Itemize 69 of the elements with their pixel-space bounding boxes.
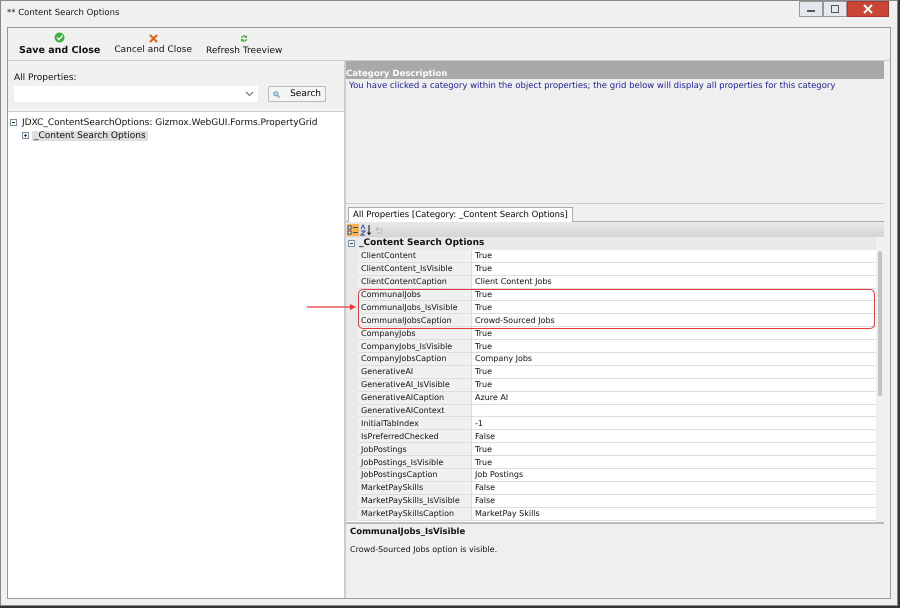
property-value[interactable]: True xyxy=(472,301,876,314)
toolbar-button[interactable]: Refresh Treeview xyxy=(201,28,288,60)
property-name[interactable]: MarketPaySkills xyxy=(358,482,472,495)
category-header: _Content Search Options xyxy=(359,238,484,248)
sort-az-icon[interactable] xyxy=(360,224,372,236)
checkmark-icon xyxy=(54,32,66,43)
property-value[interactable]: True xyxy=(472,340,876,354)
property-name[interactable]: ClientContent_IsVisible xyxy=(358,262,472,276)
property-value[interactable]: Client Content Jobs xyxy=(472,276,876,289)
property-name[interactable]: JobPostings_IsVisible xyxy=(358,456,472,470)
search-button[interactable]: Search xyxy=(268,86,326,102)
property-value[interactable]: Job Postings xyxy=(472,469,876,482)
help-title: CommunalJobs_IsVisible xyxy=(350,527,466,537)
property-value[interactable]: True xyxy=(472,378,876,392)
property-value[interactable]: MarketPay Skills xyxy=(472,508,876,521)
property-value[interactable]: Azure AI xyxy=(472,392,876,405)
property-value[interactable]: Crowd-Sourced Jobs xyxy=(472,314,876,328)
search-icon xyxy=(273,88,280,100)
maximize-icon[interactable] xyxy=(823,1,847,17)
property-name[interactable]: MarketPaySkills_IsVisible xyxy=(358,494,472,508)
collapse-icon[interactable] xyxy=(348,240,355,247)
property-value[interactable]: True xyxy=(472,327,876,340)
help-text: Crowd-Sourced Jobs option is visible. xyxy=(350,545,498,554)
chevron-down-icon xyxy=(245,91,254,97)
property-value[interactable]: True xyxy=(472,288,876,302)
property-name[interactable]: CommunalJobsCaption xyxy=(358,314,472,328)
toolbar-button[interactable]: Cancel and Close xyxy=(109,28,198,60)
categorized-view-icon[interactable] xyxy=(347,224,359,236)
property-name[interactable]: InitialTabIndex xyxy=(358,417,472,430)
property-name[interactable]: CommunalJobs_IsVisible xyxy=(358,301,472,314)
property-value[interactable]: Company Jobs xyxy=(472,353,876,366)
arrow xyxy=(307,302,357,312)
property-name[interactable]: ClientContent xyxy=(358,250,472,263)
property-name[interactable]: GenerativeAI xyxy=(358,366,472,379)
property-value[interactable]: True xyxy=(472,262,876,276)
refresh-icon xyxy=(239,32,250,44)
property-value[interactable]: True xyxy=(472,250,876,263)
scrollbar[interactable] xyxy=(876,237,884,522)
tab[interactable]: All Properties [Category: _Content Search Options] xyxy=(348,207,573,222)
category-description: You have clicked a category within the object properties; the grid below will display all properties for this category xyxy=(348,80,836,93)
property-name[interactable]: GenerativeAICaption xyxy=(358,392,472,405)
property-value[interactable]: False xyxy=(472,430,876,444)
property-name[interactable]: CompanyJobs_IsVisible xyxy=(358,340,472,354)
toolbar-button[interactable]: Save and Close xyxy=(14,28,106,60)
property-value[interactable]: False xyxy=(472,494,876,508)
cross-icon xyxy=(148,34,158,42)
property-name[interactable]: CompanyJobs xyxy=(358,327,472,340)
tree-item[interactable]: JDXC_ContentSearchOptions: Gizmox.WebGUI.Forms.PropertyGrid xyxy=(20,118,320,128)
window-title: ** Content Search Options xyxy=(7,8,120,18)
expand-icon[interactable] xyxy=(22,132,29,139)
minimize-icon[interactable] xyxy=(799,1,823,17)
property-name[interactable]: GenerativeAIContext xyxy=(358,404,472,418)
property-name[interactable]: CompanyJobsCaption xyxy=(358,353,472,366)
property-name[interactable]: GenerativeAI_IsVisible xyxy=(358,378,472,392)
property-name[interactable]: IsPreferredChecked xyxy=(358,430,472,444)
property-name[interactable]: JobPostings xyxy=(358,443,472,456)
property-value[interactable]: False xyxy=(472,482,876,495)
property-value[interactable]: -1 xyxy=(472,417,876,430)
property-value[interactable]: True xyxy=(472,456,876,470)
property-name[interactable]: ClientContentCaption xyxy=(358,276,472,289)
collapse-icon[interactable] xyxy=(10,119,17,126)
property-value[interactable]: True xyxy=(472,443,876,456)
field-label: All Properties: xyxy=(14,73,78,83)
tree-item[interactable]: _Content Search Options xyxy=(32,130,148,140)
property-name[interactable]: MarketPaySkillsCaption xyxy=(358,508,472,521)
property-value[interactable]: True xyxy=(472,366,876,379)
close-icon[interactable] xyxy=(847,1,889,17)
property-name[interactable]: JobPostingsCaption xyxy=(358,469,472,482)
section-header: Category Description xyxy=(346,69,448,79)
